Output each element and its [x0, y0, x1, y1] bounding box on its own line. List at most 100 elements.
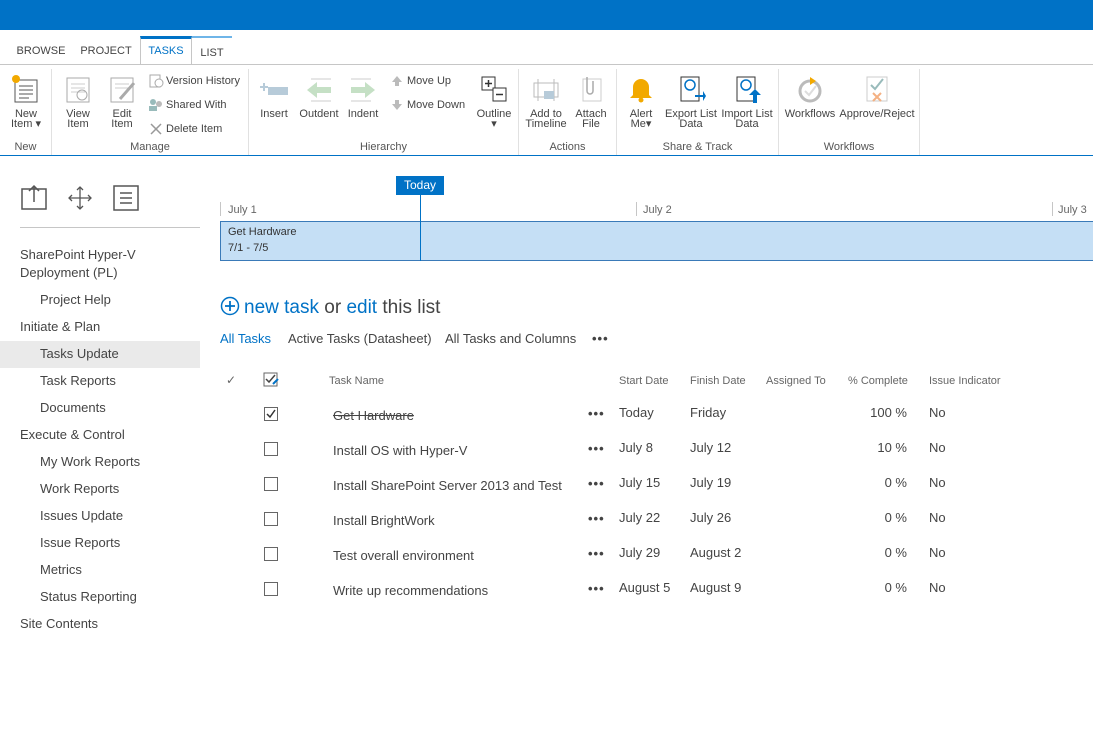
row-checkbox[interactable]	[264, 477, 278, 491]
nav-issues-update[interactable]: Issues Update	[0, 503, 200, 530]
header-percent-complete[interactable]: % Complete	[848, 375, 908, 387]
row-menu-ellipsis[interactable]: •••	[588, 511, 605, 526]
issue-indicator: No	[929, 580, 946, 595]
table-row[interactable]: Write up recommendations ••• August 5 Au…	[220, 580, 1090, 615]
workflows-button[interactable]: Workflows	[783, 73, 837, 120]
header-start-date[interactable]: Start Date	[619, 375, 669, 387]
indent-button[interactable]: Indent	[343, 73, 383, 120]
move-down-button[interactable]: Move Down	[389, 97, 465, 113]
export-icon	[680, 76, 706, 102]
arrow-down-icon	[392, 100, 402, 111]
insert-icon	[260, 83, 288, 95]
nav-site-contents[interactable]: Site Contents	[0, 611, 200, 638]
move-up-button[interactable]: Move Up	[389, 73, 451, 89]
ribbon-group-manage: View Item Edit Item Version History Shar…	[52, 69, 249, 155]
row-checkbox[interactable]	[264, 512, 278, 526]
nav-my-work-reports[interactable]: My Work Reports	[0, 449, 200, 476]
row-menu-ellipsis[interactable]: •••	[588, 406, 605, 421]
share-upload-icon[interactable]	[20, 184, 48, 212]
row-checkbox[interactable]	[264, 547, 278, 561]
view-active-tasks-datasheet[interactable]: Active Tasks (Datasheet)	[288, 331, 432, 346]
nav-initiate-plan[interactable]: Initiate & Plan	[0, 314, 200, 341]
row-checkbox-checked[interactable]	[264, 407, 278, 421]
edit-item-button[interactable]: Edit Item	[104, 73, 140, 130]
import-list-data-button[interactable]: Import List Data	[720, 73, 774, 130]
row-menu-ellipsis[interactable]: •••	[588, 476, 605, 491]
nav-task-reports[interactable]: Task Reports	[0, 368, 200, 395]
import-icon	[736, 76, 761, 103]
more-views-ellipsis[interactable]: •••	[592, 331, 609, 346]
task-name[interactable]: Install OS with Hyper-V	[333, 443, 467, 458]
task-name[interactable]: Write up recommendations	[333, 583, 488, 598]
header-task-name[interactable]: Task Name	[329, 375, 384, 387]
outdent-button[interactable]: Outdent	[297, 73, 341, 120]
nav-tasks-update[interactable]: Tasks Update	[0, 341, 200, 368]
header-finish-date[interactable]: Finish Date	[690, 375, 746, 387]
bell-icon	[630, 79, 652, 103]
row-checkbox[interactable]	[264, 582, 278, 596]
new-task-link[interactable]: new task	[244, 297, 319, 318]
tab-project[interactable]: PROJECT	[76, 36, 136, 65]
nav-work-reports[interactable]: Work Reports	[0, 476, 200, 503]
edit-link[interactable]: edit	[346, 297, 377, 318]
view-item-icon	[66, 77, 90, 103]
move-arrows-icon[interactable]	[66, 184, 94, 212]
export-list-data-button[interactable]: Export List Data	[665, 73, 717, 130]
nav-documents[interactable]: Documents	[0, 395, 200, 422]
task-name[interactable]: Install BrightWork	[333, 513, 435, 528]
task-name[interactable]: Test overall environment	[333, 548, 474, 563]
new-task-bar: new task or edit this list	[220, 296, 440, 319]
nav-project-help[interactable]: Project Help	[0, 287, 200, 314]
delete-item-button[interactable]: Delete Item	[148, 121, 222, 137]
issue-indicator: No	[929, 440, 946, 455]
group-label-manage: Manage	[130, 141, 170, 153]
alert-me-button[interactable]: Alert Me▾	[623, 73, 659, 130]
nav-status-reporting[interactable]: Status Reporting	[0, 584, 200, 611]
table-row[interactable]: Install BrightWork ••• July 22 July 26 0…	[220, 510, 1090, 545]
attach-file-button[interactable]: Attach File	[571, 73, 611, 130]
tab-browse[interactable]: BROWSE	[12, 36, 70, 65]
view-all-tasks[interactable]: All Tasks	[220, 331, 271, 346]
row-menu-ellipsis[interactable]: •••	[588, 441, 605, 456]
view-item-button[interactable]: View Item	[60, 73, 96, 130]
start-date: Today	[619, 405, 654, 420]
insert-button[interactable]: Insert	[255, 73, 293, 120]
row-checkbox[interactable]	[264, 442, 278, 456]
new-item-button[interactable]: New Item ▾	[6, 73, 46, 130]
select-all-checkbox-icon[interactable]	[263, 372, 279, 388]
percent-complete: 100 %	[870, 405, 907, 420]
outline-button[interactable]: Outline ▾	[473, 73, 515, 130]
timeline-task-bar[interactable]: Get Hardware 7/1 - 7/5	[220, 221, 1093, 261]
view-all-tasks-and-columns[interactable]: All Tasks and Columns	[445, 331, 576, 346]
nav-site-title[interactable]: SharePoint Hyper-V Deployment (PL)	[0, 242, 160, 287]
task-name[interactable]: Get Hardware	[333, 408, 414, 423]
percent-complete: 0 %	[884, 545, 907, 560]
table-row[interactable]: Test overall environment ••• July 29 Aug…	[220, 545, 1090, 580]
shared-with-button[interactable]: Shared With	[148, 97, 227, 113]
add-to-timeline-button[interactable]: Add to Timeline	[525, 73, 567, 130]
nav-icon-strip	[20, 184, 200, 228]
row-menu-ellipsis[interactable]: •••	[588, 581, 605, 596]
list-view-icon[interactable]	[112, 184, 140, 212]
header-issue-indicator[interactable]: Issue Indicator	[929, 375, 1001, 387]
header-check: ✓	[226, 373, 237, 387]
table-row[interactable]: Install OS with Hyper-V ••• July 8 July …	[220, 440, 1090, 475]
nav-issue-reports[interactable]: Issue Reports	[0, 530, 200, 557]
arrow-up-icon	[392, 76, 402, 87]
tab-list[interactable]: LIST	[192, 36, 232, 65]
row-menu-ellipsis[interactable]: •••	[588, 546, 605, 561]
timeline-today-line	[420, 195, 421, 261]
edit-item-icon	[110, 77, 136, 103]
approve-reject-button[interactable]: Approve/Reject	[839, 73, 915, 120]
indent-label: Indent	[347, 108, 379, 120]
table-row[interactable]: Get Hardware ••• Today Friday 100 % No	[220, 405, 1090, 440]
nav-metrics[interactable]: Metrics	[0, 557, 200, 584]
nav-execute-control[interactable]: Execute & Control	[0, 422, 200, 449]
version-history-button[interactable]: Version History	[148, 73, 240, 89]
table-row[interactable]: Install SharePoint Server 2013 and Test …	[220, 475, 1090, 510]
add-circle-icon[interactable]	[220, 296, 240, 316]
task-name[interactable]: Install SharePoint Server 2013 and Test	[333, 478, 562, 493]
tab-tasks[interactable]: TASKS	[140, 36, 192, 65]
header-assigned-to[interactable]: Assigned To	[766, 375, 826, 387]
timeline-tick	[220, 202, 221, 216]
